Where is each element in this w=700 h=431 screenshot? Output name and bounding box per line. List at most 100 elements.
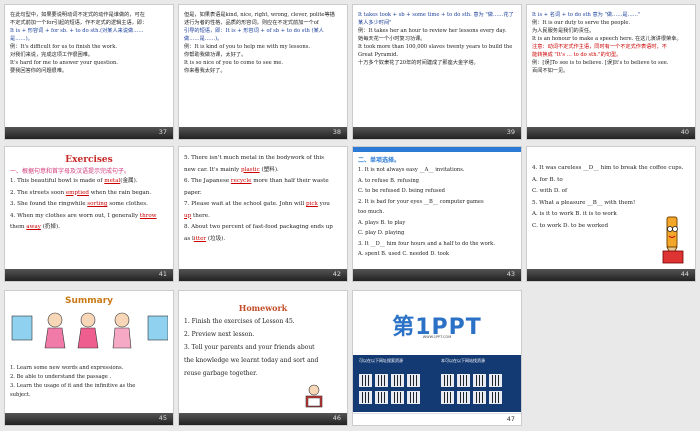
qr-code	[457, 374, 470, 387]
answer: metal	[104, 178, 121, 184]
qr-code	[489, 391, 502, 404]
text-line: It's hard for me to answer your question…	[10, 60, 118, 66]
slide-number: 46	[332, 414, 341, 422]
slide-footer: 45	[5, 413, 173, 425]
text-line: 她每天花一个小时复习功课。	[358, 36, 426, 42]
homework-line: 2. Preview next lesson.	[184, 331, 255, 338]
slide-number: 41	[158, 270, 167, 278]
text-line: It is + 名词 + to do sth 意为 "做……是……"	[532, 12, 641, 18]
slide-footer: 42	[179, 269, 347, 281]
slide-number: 40	[680, 128, 689, 136]
qr-code	[473, 391, 486, 404]
question-line: 3. It __D__ him four hours and a half to…	[358, 240, 495, 247]
text-line: 注意：动词不定式作主语，同时有一个不定式作表语时，不	[532, 44, 667, 50]
text-line: 十万多个奴隶花了20年的时间建成了那座大金字塔。	[358, 60, 479, 66]
summary-line: subject.	[10, 392, 31, 398]
exercise-item: them away (扔掉).	[10, 224, 60, 230]
slide-title: Summary	[64, 296, 114, 306]
promo-left: 可以在以下网址搜索资源	[359, 358, 437, 410]
question-line: 5. What a pleasure __B__ with them!	[532, 199, 636, 206]
slide-37[interactable]: 在此句型中，如果要说明动词不定式的动作是谁做的，可在 不定式前加一个for引起的…	[4, 4, 174, 140]
slide-subtitle: 一、根据句意和首字母及汉语提示完成句子。	[10, 168, 131, 175]
slide-footer: 46	[179, 413, 347, 425]
exercise-item: paper.	[184, 189, 202, 196]
text-line: 例：[误]To see is to believe. [误]It's to be…	[532, 60, 669, 66]
text-line: 例：It is our duty to serve the people.	[532, 20, 631, 26]
question-line: A. for B. to	[532, 176, 563, 183]
slide-number: 44	[680, 270, 689, 278]
answer: emptied	[65, 189, 89, 196]
slide-grid: 在此句型中，如果要说明动词不定式的动作是谁做的，可在 不定式前加一个for引起的…	[0, 0, 700, 431]
exercise-item: 8. About two percent of fast-food packag…	[184, 224, 333, 230]
text-line: 例：It takes her an hour to review her les…	[358, 28, 507, 34]
slide-number: 45	[158, 414, 167, 422]
slide-body: Exercises 一、根据句意和首字母及汉语提示完成句子。 1. This b…	[10, 153, 168, 267]
text-line: It took more than 100,000 slaves twenty …	[358, 44, 513, 50]
qr-code	[407, 374, 420, 387]
text-line: 引导的短语，即：It is + 形容词 + of sb + to do sth …	[184, 28, 324, 34]
exercise-item: 2. The streets soon emptied when the rai…	[10, 189, 152, 196]
text-line: 对我们来说，完成这项工作很困难。	[10, 52, 94, 58]
qr-code	[441, 391, 454, 404]
text-line: 为人民服务是我们的责任。	[532, 28, 595, 34]
slide-42[interactable]: 5. There isn't much metal in the bodywor…	[178, 146, 348, 282]
promo-left-title: 可以在以下网址搜索资源	[359, 358, 403, 363]
question-line: A. plays B. to play	[358, 219, 406, 226]
text-line: 做……是……)。	[184, 36, 223, 42]
exercise-item: 4. When my clothes are worn out, I gener…	[10, 212, 157, 219]
slide-body: It is + 名词 + to do sth 意为 "做……是……" 例：It …	[532, 11, 690, 125]
slide-footer: 39	[353, 127, 521, 139]
slide-title: 二、单项选择。	[358, 157, 401, 164]
slide-body: 在此句型中，如果要说明动词不定式的动作是谁做的，可在 不定式前加一个for引起的…	[10, 11, 168, 125]
text-line: It is + 形容词 + for sb. + to do sth.(对某人来说…	[10, 28, 144, 34]
text-line: 百闻不如一见。	[532, 68, 569, 74]
homework-line: reuse garbage together.	[184, 370, 258, 377]
slide-46[interactable]: Homework 1. Finish the exercises of Less…	[178, 290, 348, 426]
text-line: 例：It's difficult for us to finish the wo…	[10, 44, 117, 50]
qr-code	[375, 374, 388, 387]
slide-footer: 40	[527, 127, 695, 139]
qr-code	[359, 391, 372, 404]
exercise-item: up there.	[184, 212, 210, 219]
question-line: 1. It is not always easy __A__ invitatio…	[358, 167, 465, 173]
slide-number: 47	[506, 415, 515, 423]
qr-code	[375, 391, 388, 404]
homework-line: 3. Tell your parents and your friends ab…	[184, 344, 315, 351]
exercise-item: 3. She found the ringwhile sorting some …	[10, 201, 148, 207]
text-line: It takes took + sb + some time + to do s…	[358, 12, 514, 18]
slide-47[interactable]: 第1PPT WWW.1PPT.COM 可以在以下网址搜索资源 本可以在以下网站找…	[352, 290, 522, 426]
slide-number: 43	[506, 270, 515, 278]
slide-39[interactable]: It takes took + sb + some time + to do s…	[352, 4, 522, 140]
header-bar	[353, 147, 521, 152]
slide-44[interactable]: 4. It was careless __D__ him to break th…	[526, 146, 696, 282]
slide-40[interactable]: It is + 名词 + to do sth 意为 "做……是……" 例：It …	[526, 4, 696, 140]
answer: recycle	[230, 178, 252, 184]
slide-body: 二、单项选择。 1. It is not always easy __A__ i…	[358, 156, 516, 267]
slide-38[interactable]: 但是，如果表语是kind, nice, right, wrong, clever…	[178, 4, 348, 140]
site-url: WWW.1PPT.COM	[422, 335, 452, 339]
slide-number: 42	[332, 270, 341, 278]
text-line: 述行为者的性格、品质的形容词，则应在不定式前加一个of	[184, 20, 319, 26]
question-line: C. play D. playing	[358, 230, 405, 236]
children-illustration	[11, 312, 168, 349]
slide-title: Exercises	[65, 155, 113, 165]
slide-body: Summary 1. Learn some new words and expr…	[10, 295, 168, 411]
qr-code	[391, 391, 404, 404]
answer: sorting	[87, 201, 108, 207]
slide-footer: 38	[179, 127, 347, 139]
text-line: It is an honour to make a speech here. 在…	[532, 36, 682, 42]
question-line: A. spent B. used C. needed D. took	[358, 251, 449, 257]
question-line: A. to refuse B. refusing	[358, 177, 419, 184]
slide-45[interactable]: Summary 1. Learn some new words and expr…	[4, 290, 174, 426]
slide-43[interactable]: 二、单项选择。 1. It is not always easy __A__ i…	[352, 146, 522, 282]
text-line: 某人多少时间"	[358, 20, 392, 26]
answer: itter	[193, 235, 207, 242]
slide-number: 38	[332, 128, 341, 136]
qr-code	[441, 374, 454, 387]
pencil-character-illustration	[662, 216, 684, 264]
slide-41[interactable]: Exercises 一、根据句意和首字母及汉语提示完成句子。 1. This b…	[4, 146, 174, 282]
summary-line: 1. Learn some new words and expressions.	[10, 365, 124, 371]
text-line: Great Pyramid.	[358, 52, 399, 58]
question-line: too much.	[358, 209, 385, 215]
qr-code	[359, 374, 372, 387]
